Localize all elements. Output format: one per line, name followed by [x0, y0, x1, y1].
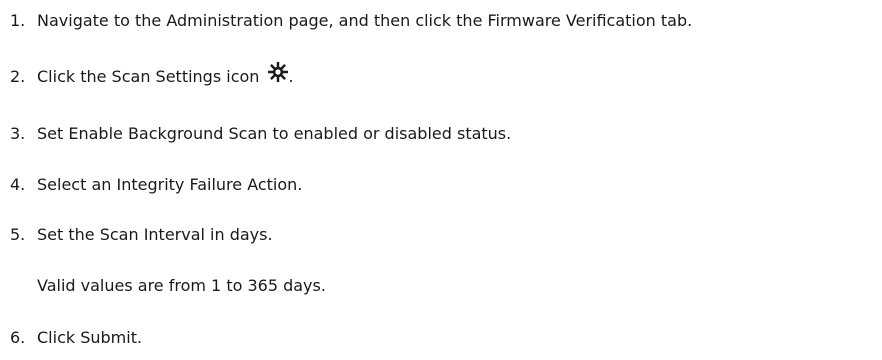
- step-text: Click the Scan Settings icon: [37, 67, 260, 86]
- step-3: 3. Set Enable Background Scan to enabled …: [10, 124, 511, 144]
- step-6: 6. Click Submit.: [10, 328, 142, 348]
- step-text: Navigate to the Administration page, and…: [37, 11, 693, 30]
- step-1: 1. Navigate to the Administration page, a…: [10, 11, 692, 31]
- step-5: 5. Set the Scan Interval in days.: [10, 225, 273, 245]
- step-number: 4.: [10, 175, 26, 194]
- step-number: 1.: [10, 11, 26, 30]
- step-text: Set the Scan Interval in days.: [37, 225, 273, 244]
- step-text: Set Enable Background Scan to enabled or…: [37, 124, 512, 143]
- step-suffix: .: [288, 67, 294, 86]
- step-4: 4. Select an Integrity Failure Action.: [10, 175, 302, 195]
- step-number: 2.: [10, 67, 26, 86]
- step-text: Click Submit.: [37, 328, 143, 347]
- step-text: Select an Integrity Failure Action.: [37, 175, 303, 194]
- step-2: 2. Click the Scan Settings icon .: [10, 61, 294, 87]
- gear-icon: [267, 61, 289, 83]
- step-number: 3.: [10, 124, 26, 143]
- step-number: 5.: [10, 225, 26, 244]
- step-number: 6.: [10, 328, 26, 347]
- step-5-note: Valid values are from 1 to 365 days.: [37, 276, 326, 295]
- procedure-steps: 1. Navigate to the Administration page, a…: [0, 0, 882, 360]
